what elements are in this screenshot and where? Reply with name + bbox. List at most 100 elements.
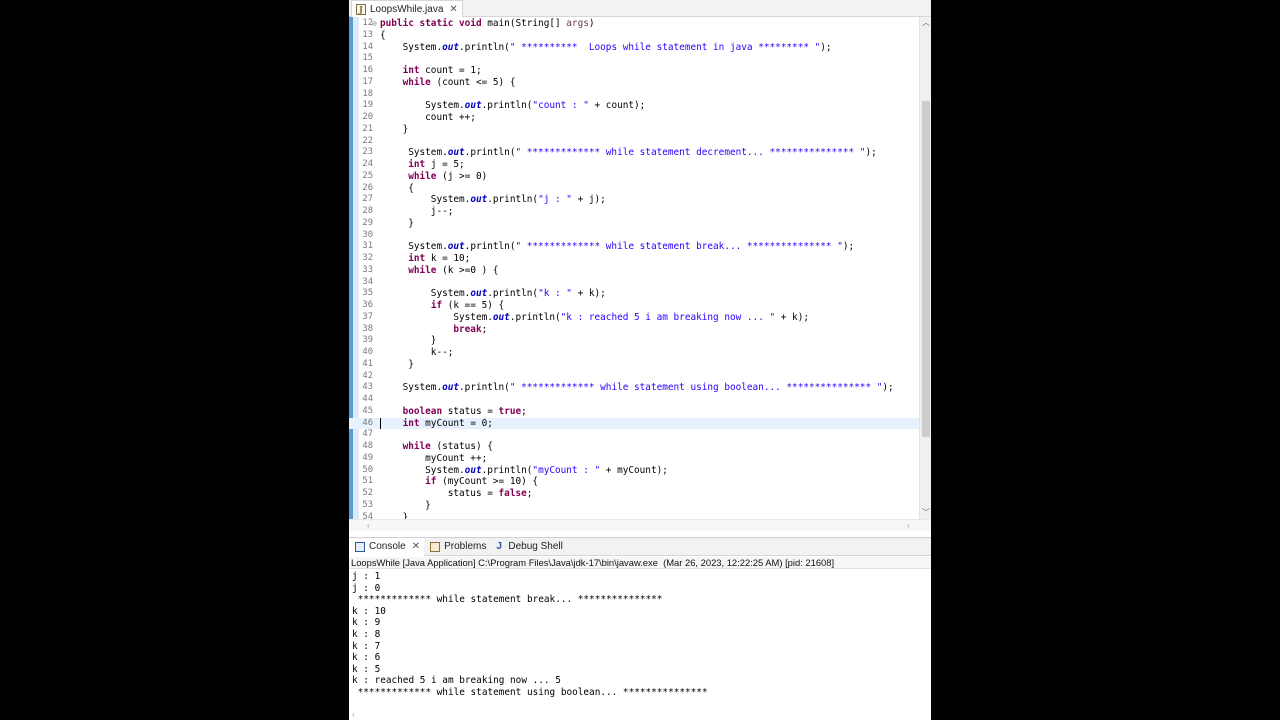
code-line[interactable]: 44 <box>349 394 919 406</box>
line-number: 36 <box>362 300 373 310</box>
code-line[interactable]: 12 ⊖ public static void main(String[] args… <box>349 18 919 30</box>
line-number: 46 <box>362 417 373 428</box>
console-line: j : 1 <box>352 571 381 582</box>
code-text: } <box>380 358 414 370</box>
code-line[interactable]: 23 System.out.println(" ************* wh… <box>349 147 919 159</box>
tab-problems[interactable]: Problems <box>424 538 490 556</box>
line-number: 15 <box>362 53 373 64</box>
console-output[interactable]: j : 1j : 0 ************* while statement… <box>349 570 931 720</box>
code-line[interactable]: 15 <box>349 53 919 65</box>
scroll-left-icon[interactable]: ‹ <box>367 520 370 531</box>
code-text: int j = 5; <box>408 159 465 170</box>
code-line[interactable]: 18 <box>349 89 919 101</box>
line-number: 40 <box>362 347 373 357</box>
editor-horizontal-scrollbar[interactable]: ‹ › <box>349 519 931 531</box>
line-number: 34 <box>362 276 373 287</box>
console-view-tabs: Console ✕ Problems J Debug Shell <box>349 537 931 556</box>
code-line[interactable]: 19 System.out.println("count : " + count… <box>349 100 919 112</box>
code-text: System.out.println("myCount : " + myCoun… <box>380 464 668 476</box>
code-line[interactable]: 28 j--; <box>349 206 919 218</box>
line-number: 38 <box>362 323 373 334</box>
code-line[interactable]: 33 while (k >=0 ) { <box>349 265 919 277</box>
code-line[interactable]: 52 status = false; <box>349 488 919 500</box>
code-line[interactable]: 39 } <box>349 335 919 347</box>
code-text: k--; <box>380 347 454 358</box>
code-line[interactable]: 41 } <box>349 359 919 371</box>
tab-label: Debug Shell <box>508 541 563 552</box>
code-line[interactable]: 46 int myCount = 0; <box>349 417 919 430</box>
line-number: 44 <box>362 394 373 404</box>
code-line[interactable]: 45 boolean status = true; <box>349 406 919 418</box>
code-line[interactable]: 34 <box>349 277 919 289</box>
console-line: ************* while statement using bool… <box>352 687 708 698</box>
scroll-right-icon[interactable]: › <box>907 520 910 531</box>
scrollbar-thumb[interactable] <box>922 101 930 437</box>
code-text: System.out.println(" ************* while… <box>380 241 855 253</box>
code-text: System.out.println(" ************* while… <box>380 147 877 159</box>
code-line[interactable]: 32 int k = 10; <box>349 253 919 265</box>
editor-tab-loopswhile[interactable]: J LoopsWhile.java ✕ <box>351 0 463 17</box>
code-line[interactable]: 27 System.out.println("j : " + j); <box>349 194 919 206</box>
code-line[interactable]: 37 System.out.println("k : reached 5 i a… <box>349 312 919 324</box>
code-line[interactable]: 50 System.out.println("myCount : " + myC… <box>349 465 919 477</box>
code-text: System.out.println("k : reached 5 i am b… <box>380 311 809 323</box>
code-line[interactable]: 42 <box>349 371 919 383</box>
code-text: System.out.println("k : " + k); <box>380 288 606 300</box>
code-line[interactable]: 24 int j = 5; <box>349 159 919 171</box>
code-line[interactable]: 26 { <box>349 183 919 195</box>
scroll-up-icon[interactable]: ︿ <box>920 17 931 29</box>
tab-console[interactable]: Console ✕ <box>349 537 425 556</box>
code-line[interactable]: 40 k--; <box>349 347 919 359</box>
code-editor[interactable]: 12 ⊖ public static void main(String[] args… <box>349 17 931 519</box>
code-line[interactable]: 35 System.out.println("k : " + k); <box>349 288 919 300</box>
code-text: j--; <box>380 206 454 217</box>
code-line[interactable]: 36 if (k == 5) { <box>349 300 919 312</box>
line-number: 32 <box>362 253 373 263</box>
console-icon <box>355 541 365 552</box>
line-number: 26 <box>362 182 373 193</box>
code-line[interactable]: 47 <box>349 429 919 441</box>
editor-vertical-scrollbar[interactable]: ︿ ﹀ <box>919 17 931 519</box>
code-line[interactable]: 49 myCount ++; <box>349 453 919 465</box>
line-number: 33 <box>362 264 373 275</box>
code-line[interactable]: 48 while (status) { <box>349 441 919 453</box>
scroll-down-icon[interactable]: ﹀ <box>920 507 931 519</box>
code-text: myCount ++; <box>380 452 488 464</box>
tab-debug-shell[interactable]: J Debug Shell <box>490 538 566 556</box>
code-line[interactable]: 54 } <box>349 512 919 520</box>
console-line: ************* while statement break... *… <box>352 594 663 606</box>
line-number: 22 <box>362 135 373 146</box>
code-text: { <box>380 182 414 194</box>
code-line[interactable]: 13 { <box>349 30 919 42</box>
code-line[interactable]: 22 <box>349 136 919 148</box>
code-line[interactable]: 21 } <box>349 124 919 136</box>
close-icon[interactable]: ✕ <box>449 4 457 15</box>
code-line[interactable]: 51 if (myCount >= 10) { <box>349 476 919 488</box>
line-number: 49 <box>362 452 373 463</box>
line-number: 16 <box>362 65 373 75</box>
code-text: System.out.println("count : " + count); <box>380 100 646 112</box>
code-line[interactable]: 25 while (j >= 0) <box>349 171 919 183</box>
scroll-left-icon[interactable]: ‹ <box>352 710 355 719</box>
console-horizontal-scrollbar[interactable]: ‹ <box>349 710 931 720</box>
line-number: 50 <box>362 464 373 475</box>
editor-tab-bar: J LoopsWhile.java ✕ <box>349 0 931 17</box>
line-number: 20 <box>362 112 373 122</box>
code-line[interactable]: 30 <box>349 230 919 242</box>
code-line[interactable]: 38 break; <box>349 324 919 336</box>
code-line[interactable]: 20 count ++; <box>349 112 919 124</box>
tab-label: Console <box>369 541 406 552</box>
close-icon[interactable]: ✕ <box>412 541 420 552</box>
code-line[interactable]: 29 } <box>349 218 919 230</box>
java-file-icon: J <box>356 3 366 15</box>
code-line[interactable]: 31 System.out.println(" ************* wh… <box>349 241 919 253</box>
code-line[interactable]: 53 } <box>349 500 919 512</box>
code-line[interactable]: 17 while (count <= 5) { <box>349 77 919 89</box>
code-text: } <box>380 217 414 229</box>
code-line[interactable]: 43 System.out.println(" ************* wh… <box>349 382 919 394</box>
code-line[interactable]: 16 int count = 1; <box>349 65 919 77</box>
code-line[interactable]: 14 System.out.println(" ********** Loops… <box>349 42 919 54</box>
line-number: 29 <box>362 217 373 228</box>
code-text: } <box>380 499 431 511</box>
fold-toggle-icon[interactable]: ⊖ <box>372 18 377 30</box>
